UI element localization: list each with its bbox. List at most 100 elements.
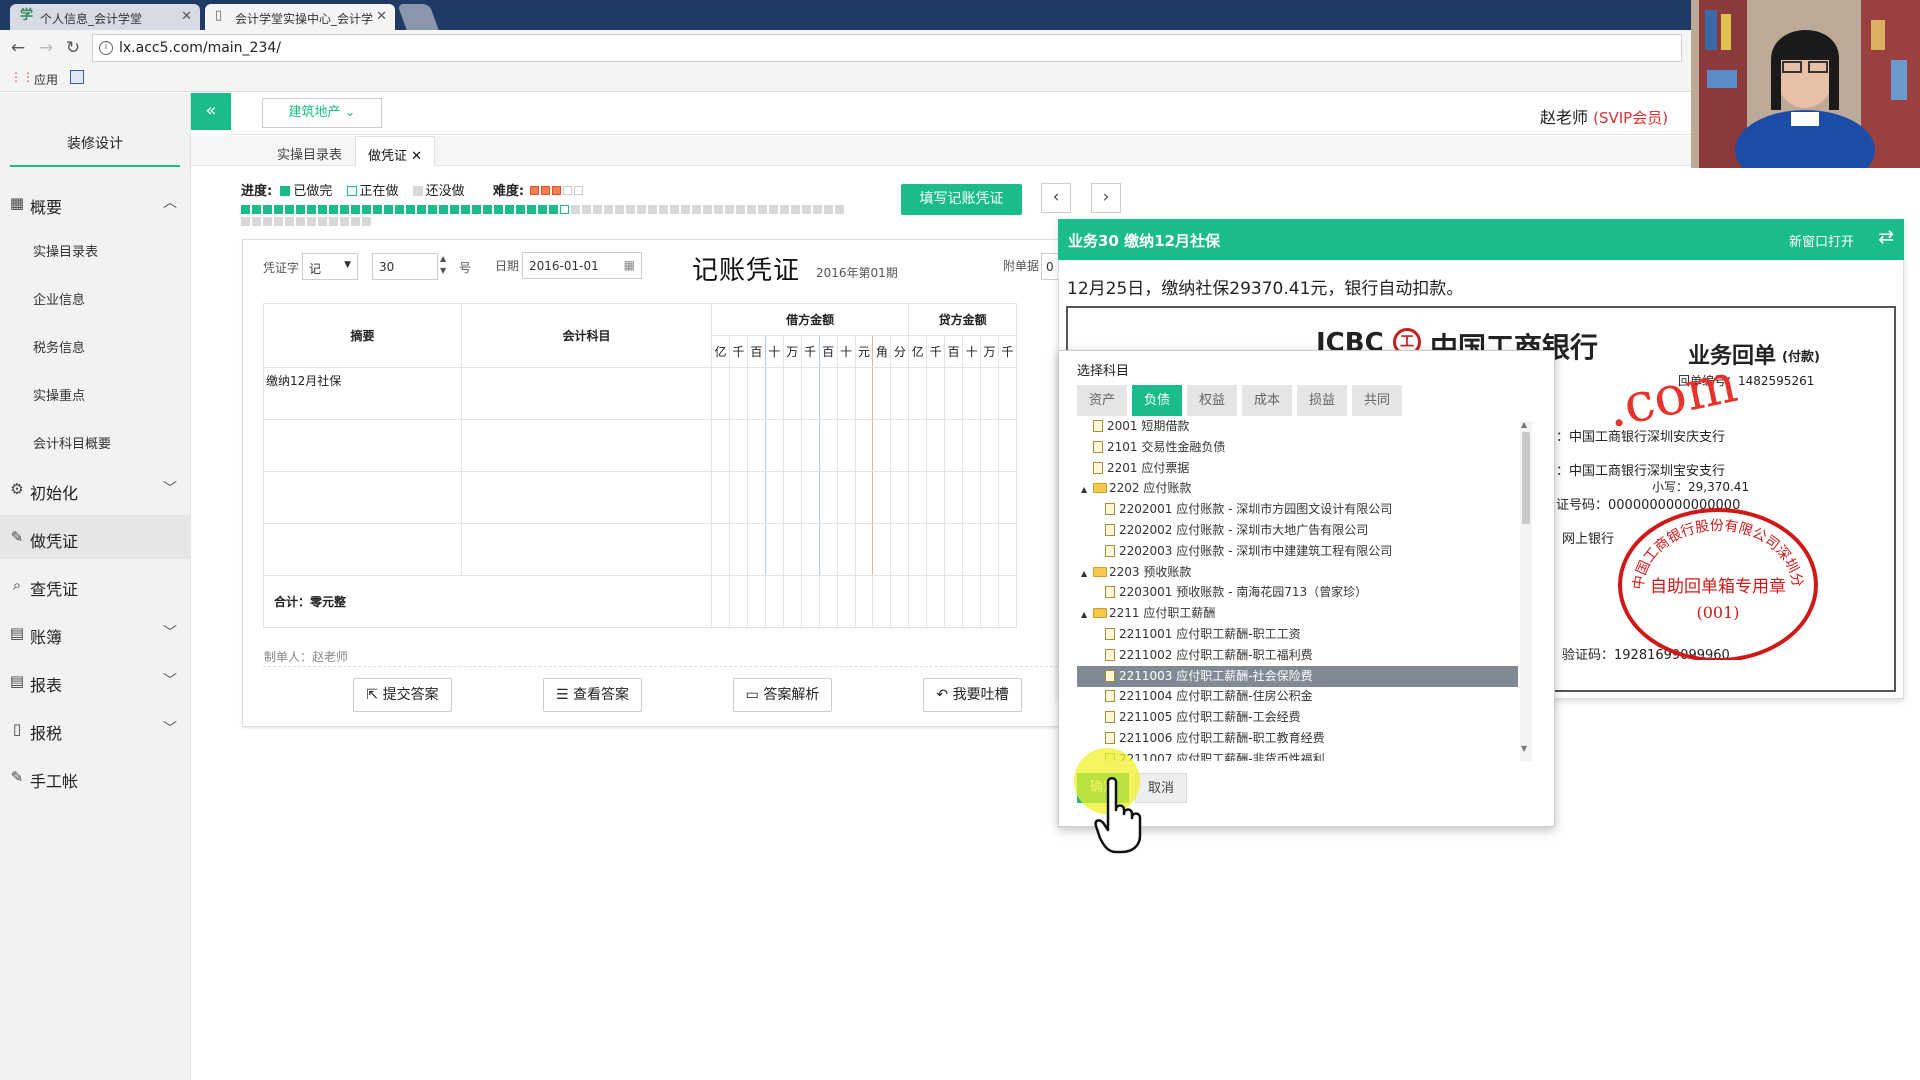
debit-amount-cell[interactable]: [728, 419, 748, 472]
progress-segment[interactable]: [835, 205, 844, 214]
progress-segment[interactable]: [252, 217, 261, 226]
sidebar-subitem-tax[interactable]: 税务信息: [33, 337, 85, 356]
credit-amount-cell[interactable]: [998, 523, 1017, 576]
tree-item[interactable]: 2202001 应付账款 - 深圳市方园图文设计有限公司: [1077, 499, 1518, 520]
credit-amount-cell[interactable]: [962, 523, 982, 576]
progress-segment[interactable]: [329, 205, 338, 214]
collapse-sidebar-button[interactable]: «: [191, 93, 231, 130]
progress-segment[interactable]: [263, 205, 272, 214]
debit-amount-cell[interactable]: [854, 523, 874, 576]
credit-amount-cell[interactable]: [998, 367, 1017, 420]
progress-segment[interactable]: [285, 205, 294, 214]
debit-amount-cell[interactable]: [818, 523, 838, 576]
debit-amount-cell[interactable]: [836, 367, 856, 420]
subject-cell[interactable]: [461, 419, 712, 472]
progress-segment[interactable]: [560, 205, 569, 214]
progress-segment[interactable]: [384, 205, 393, 214]
debit-amount-cell[interactable]: [800, 367, 820, 420]
tree-item[interactable]: 2001 短期借款: [1077, 416, 1518, 437]
progress-segment[interactable]: [263, 217, 272, 226]
subject-tab[interactable]: 资产: [1077, 385, 1127, 416]
close-icon[interactable]: ✕: [376, 9, 387, 24]
progress-segment[interactable]: [483, 205, 492, 214]
credit-amount-cell[interactable]: [962, 419, 982, 472]
progress-segment[interactable]: [505, 205, 514, 214]
sidebar-item-make-voucher[interactable]: ✎ 做凭证: [0, 515, 191, 559]
calendar-icon[interactable]: ▦: [624, 258, 635, 272]
subject-cell[interactable]: [461, 471, 712, 524]
debit-amount-cell[interactable]: [764, 367, 784, 420]
expand-triangle-icon[interactable]: ▲: [1081, 480, 1093, 500]
summary-cell[interactable]: [263, 523, 462, 576]
tree-item[interactable]: 2211001 应付职工薪酬-职工工资: [1077, 624, 1518, 645]
debit-amount-cell[interactable]: [782, 367, 802, 420]
debit-amount-cell[interactable]: [782, 419, 802, 472]
debit-amount-cell[interactable]: [800, 419, 820, 472]
browser-tab-profile[interactable]: 学 个人信息_会计学堂 ✕: [10, 4, 200, 30]
progress-segment[interactable]: [703, 205, 712, 214]
credit-amount-cell[interactable]: [944, 471, 964, 524]
progress-segment[interactable]: [802, 205, 811, 214]
tree-item[interactable]: 2211003 应付职工薪酬-社会保险费: [1077, 665, 1518, 687]
sidebar-item-reports[interactable]: ▤ 报表 ﹀: [0, 659, 191, 703]
debit-amount-cell[interactable]: [854, 471, 874, 524]
progress-segment[interactable]: [758, 205, 767, 214]
tree-item[interactable]: 2211004 应付职工薪酬-住房公积金: [1077, 686, 1518, 707]
debit-amount-cell[interactable]: [836, 419, 856, 472]
credit-amount-cell[interactable]: [926, 523, 946, 576]
debit-amount-cell[interactable]: [872, 367, 892, 420]
progress-segment[interactable]: [571, 205, 580, 214]
debit-amount-cell[interactable]: [728, 471, 748, 524]
debit-amount-cell[interactable]: [872, 419, 892, 472]
progress-segment[interactable]: [307, 205, 316, 214]
progress-segment[interactable]: [549, 205, 558, 214]
progress-segment[interactable]: [714, 205, 723, 214]
progress-segment[interactable]: [538, 205, 547, 214]
credit-amount-cell[interactable]: [926, 471, 946, 524]
progress-segment[interactable]: [351, 205, 360, 214]
url-input[interactable]: i lx.acc5.com/main_234/: [92, 34, 1682, 62]
subject-tab[interactable]: 负债: [1132, 385, 1182, 416]
progress-segment[interactable]: [340, 217, 349, 226]
close-icon[interactable]: ✕: [411, 149, 422, 164]
open-new-window-link[interactable]: 新窗口打开: [1789, 231, 1854, 250]
progress-segment[interactable]: [373, 205, 382, 214]
summary-cell[interactable]: [263, 471, 462, 524]
progress-segment[interactable]: [318, 217, 327, 226]
subject-tab[interactable]: 共同: [1352, 385, 1402, 416]
progress-segment[interactable]: [527, 205, 536, 214]
voucher-number-input[interactable]: 30: [372, 253, 438, 280]
progress-segment[interactable]: [362, 217, 371, 226]
scroll-up-icon[interactable]: ▲: [1521, 420, 1527, 429]
summary-cell[interactable]: [263, 419, 462, 472]
industry-select[interactable]: 建筑地产 ⌄: [262, 98, 382, 128]
subject-cell[interactable]: [461, 523, 712, 576]
sidebar-subitem-catalog[interactable]: 实操目录表: [33, 241, 98, 260]
credit-amount-cell[interactable]: [980, 471, 999, 524]
progress-segment[interactable]: [615, 205, 624, 214]
tree-item[interactable]: 2202002 应付账款 - 深圳市大地广告有限公司: [1077, 520, 1518, 541]
browser-tab-practice[interactable]: ▯ 会计学堂实操中心_会计学 ✕: [205, 4, 395, 30]
progress-segment[interactable]: [780, 205, 789, 214]
subject-tab[interactable]: 损益: [1297, 385, 1347, 416]
debit-amount-cell[interactable]: [746, 419, 766, 472]
progress-segment[interactable]: [274, 217, 283, 226]
progress-segment[interactable]: [241, 205, 250, 214]
credit-amount-cell[interactable]: [908, 523, 928, 576]
progress-segment[interactable]: [428, 205, 437, 214]
credit-amount-cell[interactable]: [908, 419, 928, 472]
progress-segment[interactable]: [362, 205, 371, 214]
debit-amount-cell[interactable]: [836, 523, 856, 576]
progress-segment[interactable]: [340, 205, 349, 214]
credit-amount-cell[interactable]: [944, 523, 964, 576]
progress-segment[interactable]: [769, 205, 778, 214]
info-icon[interactable]: i: [99, 41, 113, 55]
sidebar-subitem-company[interactable]: 企业信息: [33, 289, 85, 308]
progress-segment[interactable]: [296, 217, 305, 226]
progress-segment[interactable]: [461, 205, 470, 214]
debit-amount-cell[interactable]: [890, 367, 910, 420]
credit-amount-cell[interactable]: [980, 367, 999, 420]
tree-folder[interactable]: ▲ 2202 应付账款: [1077, 478, 1518, 499]
progress-segment[interactable]: [824, 205, 833, 214]
submit-answer-button[interactable]: ⇱ 提交答案: [353, 678, 452, 712]
